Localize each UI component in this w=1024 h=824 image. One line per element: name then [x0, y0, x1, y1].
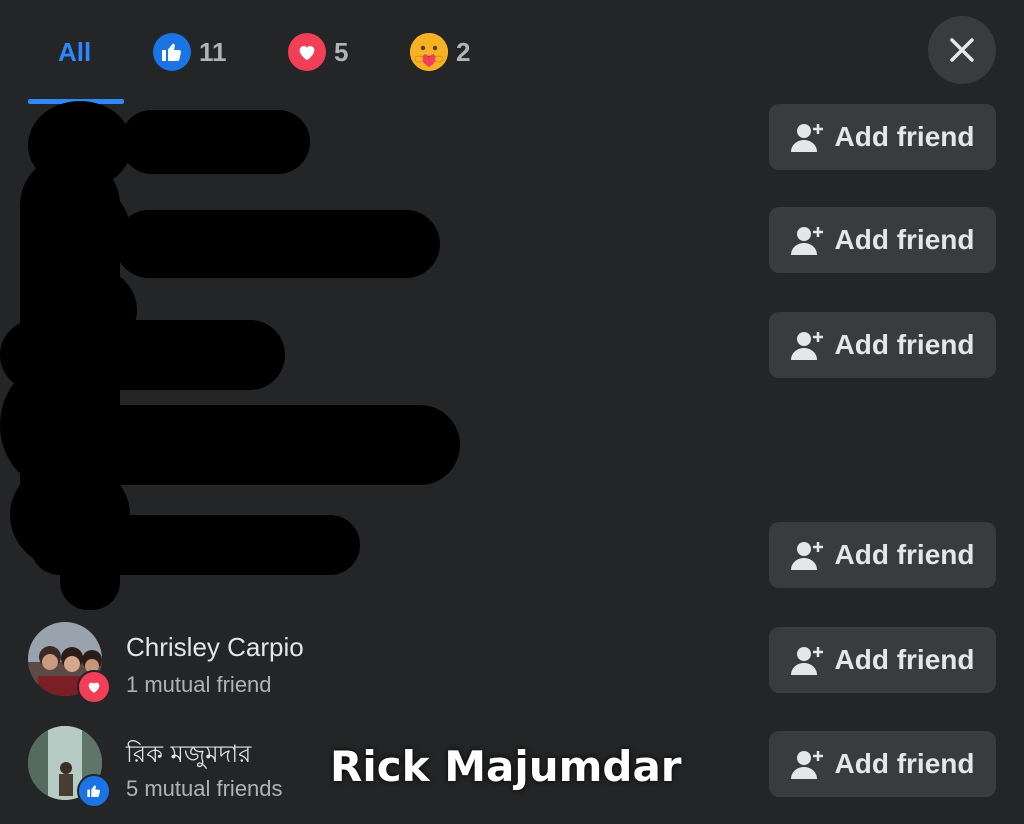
person-name[interactable]: Chrisley Carpio — [126, 632, 304, 663]
like-icon — [153, 33, 191, 71]
mutual-friends[interactable]: 1 mutual friend — [126, 672, 272, 698]
add-friend-label: Add friend — [834, 748, 975, 779]
add-friend-button[interactable]: Add friend — [769, 312, 996, 378]
list-item: Chrisley Carpio 1 mutual friend Add frie… — [0, 620, 1024, 720]
add-friend-label: Add friend — [834, 121, 975, 152]
mutual-friends[interactable]: 5 mutual friends — [126, 776, 283, 802]
add-friend-label: Add friend — [834, 224, 975, 255]
like-count: 11 — [199, 36, 227, 67]
care-emoji-icon — [410, 33, 448, 71]
tab-all[interactable]: All — [58, 30, 91, 74]
heart-icon — [288, 33, 326, 71]
add-person-icon — [790, 647, 823, 675]
close-button[interactable] — [928, 16, 996, 84]
add-person-icon — [790, 751, 823, 779]
add-person-icon — [790, 332, 823, 360]
add-friend-button[interactable]: Add friend — [769, 104, 996, 170]
tab-like[interactable]: 11 — [153, 30, 227, 74]
add-friend-label: Add friend — [834, 539, 975, 570]
tab-all-label: All — [58, 36, 92, 67]
add-friend-button[interactable]: Add friend — [769, 627, 996, 693]
like-badge-icon — [77, 774, 111, 808]
redaction-scribble — [0, 101, 460, 610]
add-friend-label: Add friend — [834, 644, 975, 675]
heart-badge-icon — [77, 670, 111, 704]
add-friend-button[interactable]: Add friend — [769, 207, 996, 273]
add-friend-button[interactable]: Add friend — [769, 522, 996, 588]
add-friend-label: Add friend — [834, 329, 975, 360]
tab-care[interactable]: 2 — [410, 30, 470, 74]
close-icon — [950, 38, 974, 62]
reaction-tabs: All 11 5 2 — [0, 0, 1024, 104]
add-person-icon — [790, 542, 823, 570]
tab-love[interactable]: 5 — [288, 30, 348, 74]
person-name[interactable]: রিক মজুমদার — [126, 736, 251, 776]
add-friend-button[interactable]: Add friend — [769, 731, 996, 797]
overlay-caption: Rick Majumdar — [330, 742, 682, 791]
add-person-icon — [790, 124, 823, 152]
care-count: 2 — [456, 36, 471, 67]
add-person-icon — [790, 227, 823, 255]
love-count: 5 — [334, 36, 349, 67]
